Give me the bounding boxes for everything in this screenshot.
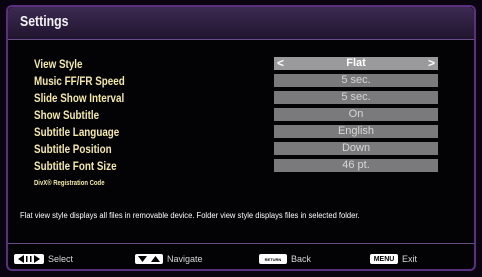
- show-subtitle-selector[interactable]: On: [274, 108, 438, 121]
- chevron-right-icon[interactable]: >: [428, 57, 435, 70]
- page-title: Settings: [20, 13, 69, 30]
- footer-divider: [8, 243, 474, 244]
- up-down-arrows-icon: [135, 254, 163, 264]
- setting-label-subtitle-language: Subtitle Language: [34, 125, 120, 139]
- footer-select-label: Select: [48, 254, 74, 264]
- footer-back: RETURN Back: [259, 253, 311, 265]
- subtitle-position-selector[interactable]: Down: [274, 142, 438, 155]
- footer-navigate: Navigate: [135, 253, 203, 265]
- setting-label-music-speed: Music FF/FR Speed: [34, 74, 125, 88]
- setting-label-subtitle-position: Subtitle Position: [34, 142, 112, 156]
- footer-select: Select: [14, 253, 73, 265]
- footer-exit-label: Exit: [402, 254, 418, 264]
- return-key-icon: RETURN: [259, 254, 287, 264]
- setting-label-subtitle-font-size: Subtitle Font Size: [34, 159, 117, 173]
- slide-interval-selector[interactable]: 5 sec.: [274, 91, 438, 104]
- setting-value: Flat: [346, 57, 366, 69]
- menu-key-icon: MENU: [370, 254, 398, 264]
- footer-back-label: Back: [291, 254, 312, 264]
- divx-registration-code-item[interactable]: DivX® Registration Code: [34, 180, 105, 187]
- subtitle-font-size-selector[interactable]: 46 pt.: [274, 159, 438, 172]
- title-bar: [8, 7, 474, 40]
- view-style-selector[interactable]: < Flat >: [274, 57, 438, 70]
- footer-exit: MENU Exit: [370, 253, 417, 265]
- music-speed-selector[interactable]: 5 sec.: [274, 74, 438, 87]
- left-right-arrows-icon: [14, 254, 44, 264]
- setting-label-view-style: View Style: [34, 57, 83, 71]
- setting-label-slide-interval: Slide Show Interval: [34, 91, 125, 105]
- description-text: Flat view style displays all files in re…: [20, 211, 360, 220]
- setting-label-show-subtitle: Show Subtitle: [34, 108, 100, 122]
- subtitle-language-selector[interactable]: English: [274, 125, 438, 138]
- chevron-left-icon[interactable]: <: [277, 57, 284, 70]
- footer-navigate-label: Navigate: [167, 254, 203, 264]
